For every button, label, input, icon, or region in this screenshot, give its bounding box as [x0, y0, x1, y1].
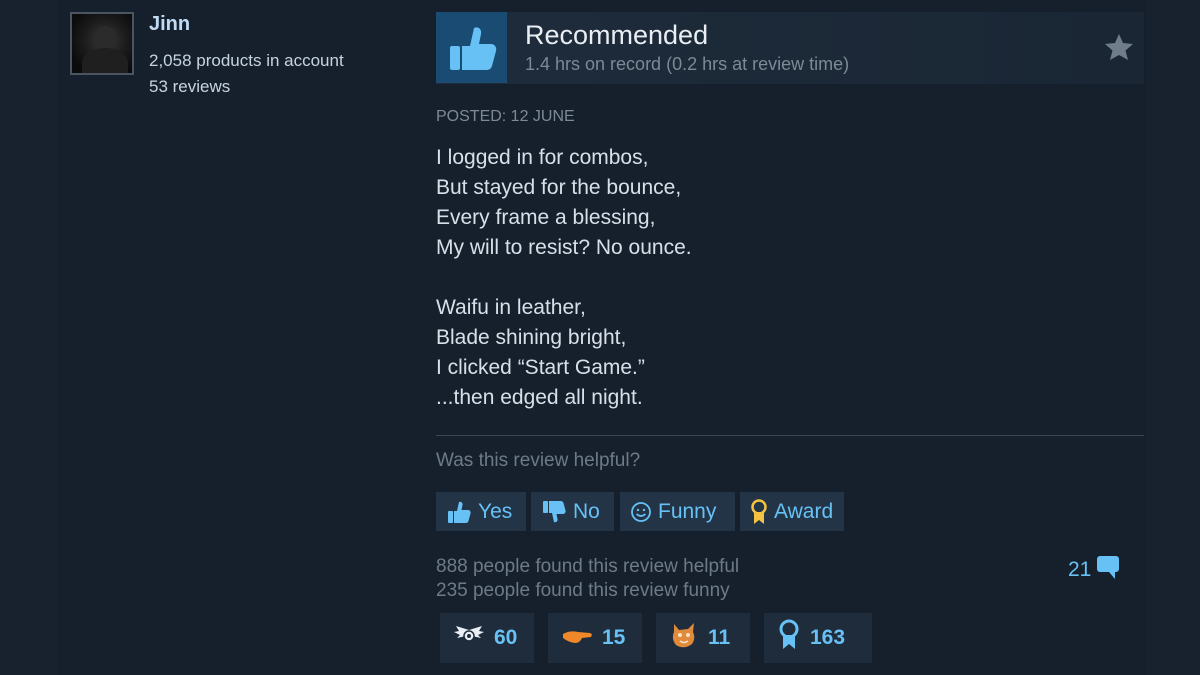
award-chip[interactable]: 60 — [440, 613, 534, 663]
review-line: ...then edged all night. — [436, 386, 643, 409]
recommendation-title: Recommended — [525, 20, 709, 50]
vote-no-button[interactable]: No — [531, 492, 614, 531]
vote-funny-label: Funny — [658, 499, 717, 523]
thumbs-up-icon — [446, 500, 472, 524]
review-line: Waifu in leather, — [436, 296, 586, 319]
award-count: 15 — [602, 626, 626, 649]
divider — [436, 435, 1144, 436]
award-ribbon-icon — [750, 498, 768, 525]
award-count: 11 — [708, 626, 731, 649]
vote-yes-button[interactable]: Yes — [436, 492, 526, 531]
star-icon[interactable] — [1104, 33, 1134, 66]
vote-no-label: No — [573, 499, 600, 523]
review-line: Every frame a blessing, — [436, 206, 656, 229]
review-line: Blade shining bright, — [436, 326, 627, 349]
review-line: My will to resist? No ounce. — [436, 236, 692, 259]
vote-funny-button[interactable]: Funny — [620, 492, 735, 531]
reviewer-reviews[interactable]: 53 reviews — [149, 77, 230, 97]
funny-count: 235 people found this review funny — [436, 580, 730, 601]
helpful-question: Was this review helpful? — [436, 450, 641, 471]
reviewer-name[interactable]: Jinn — [149, 13, 190, 36]
hours-on-record: 1.4 hrs on record (0.2 hrs at review tim… — [525, 54, 850, 74]
review-line: But stayed for the bounce, — [436, 176, 682, 199]
page-margin-right — [1146, 0, 1200, 675]
award-chip[interactable]: 11 — [656, 613, 750, 663]
award-count: 60 — [494, 626, 518, 649]
comments-link[interactable]: 21 — [1068, 553, 1123, 587]
review-body: I logged in for combos, But stayed for t… — [436, 143, 1136, 413]
helpful-count: 888 people found this review helpful — [436, 556, 740, 577]
smiley-icon — [630, 501, 652, 523]
comment-count: 21 — [1068, 558, 1092, 581]
hand-award-icon — [560, 624, 594, 652]
thumbs-up-icon — [436, 12, 507, 83]
avatar[interactable] — [70, 12, 134, 75]
review-line: I logged in for combos, — [436, 146, 649, 169]
posted-date: POSTED: 12 JUNE — [436, 108, 575, 125]
thumbs-down-icon — [541, 500, 567, 524]
vote-yes-label: Yes — [478, 499, 513, 523]
award-button[interactable]: Award — [740, 492, 844, 531]
cat-award-icon — [668, 620, 700, 656]
comment-bubble-icon — [1095, 553, 1123, 587]
ribbon-award-icon — [776, 619, 802, 657]
winged-award-icon — [452, 624, 486, 652]
award-chip[interactable]: 15 — [548, 613, 642, 663]
reviewer-products[interactable]: 2,058 products in account — [149, 51, 344, 71]
award-label: Award — [774, 499, 834, 523]
page-margin-left — [0, 0, 58, 675]
award-count: 163 — [810, 626, 846, 649]
review-line: I clicked “Start Game.” — [436, 356, 645, 379]
award-chip[interactable]: 163 — [764, 613, 872, 663]
